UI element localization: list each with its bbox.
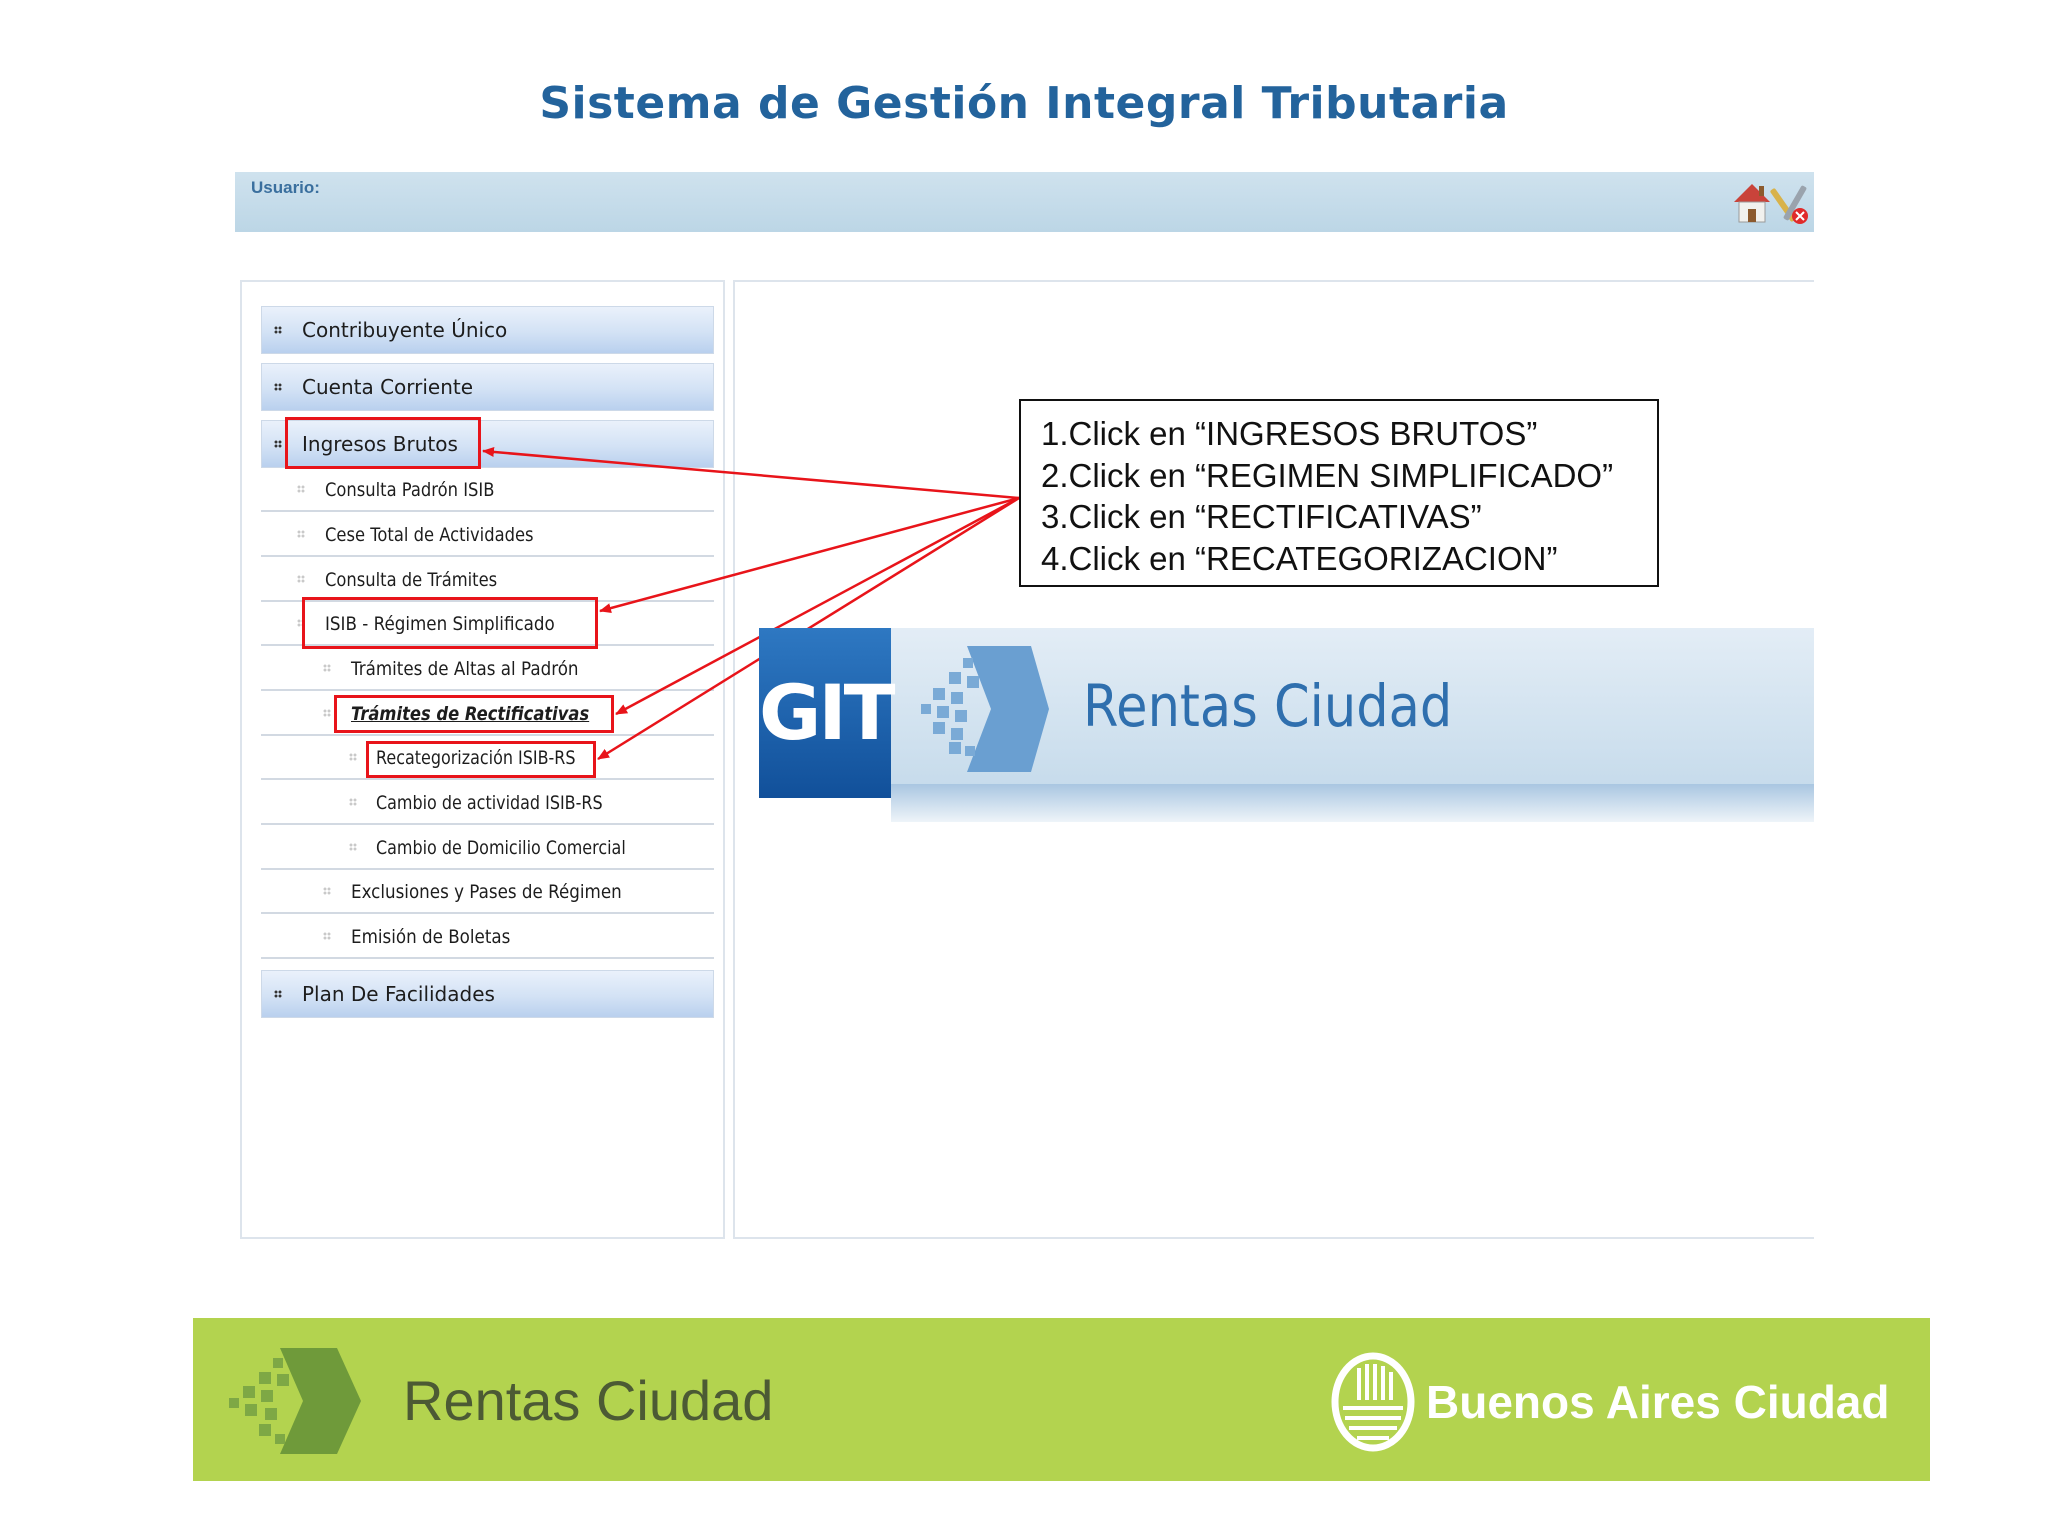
footer-rentas-ciudad: Rentas Ciudad xyxy=(403,1369,774,1432)
banner-shadow xyxy=(891,784,1814,822)
instruction-step-2: 2.Click en “REGIMEN SIMPLIFICADO” xyxy=(1041,456,1614,494)
git-banner: GIT Rentas Ciudad xyxy=(759,628,1814,822)
footer: Rentas Ciudad Buenos Aires Ciudad xyxy=(193,1318,1930,1481)
instruction-step-3: 3.Click en “RECTIFICATIVAS” xyxy=(1041,498,1482,535)
instruction-step-1: 1.Click en “INGRESOS BRUTOS” xyxy=(1041,415,1538,452)
rentas-diamond-icon xyxy=(921,646,1049,772)
banner-name: Rentas Ciudad xyxy=(1083,672,1453,740)
arrow-to-ingresos xyxy=(482,446,1020,500)
instructions-callout: 1.Click en “INGRESOS BRUTOS” 2.Click en … xyxy=(1019,399,1659,587)
rentas-footer-diamond-icon xyxy=(229,1348,361,1454)
buenos-aires-shield-icon xyxy=(1331,1352,1415,1452)
footer-buenos-aires-ciudad: Buenos Aires Ciudad xyxy=(1426,1376,1890,1428)
git-logo: GIT xyxy=(759,628,896,798)
instruction-step-4: 4.Click en “RECATEGORIZACION” xyxy=(1041,539,1558,577)
arrow-to-regimen xyxy=(599,496,1020,613)
